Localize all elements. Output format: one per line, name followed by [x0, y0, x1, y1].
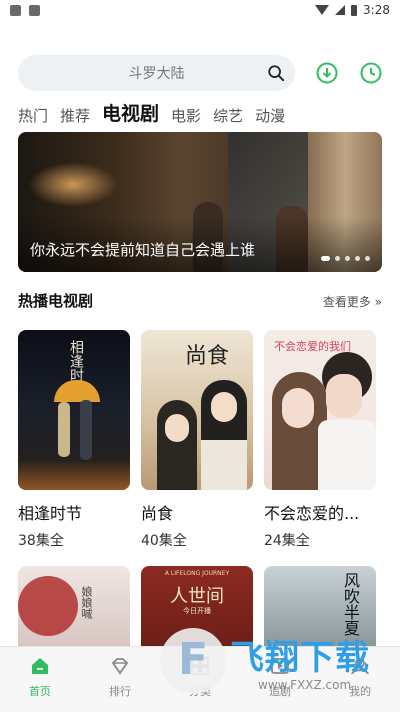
poster-title: 尚食 [185, 344, 230, 369]
episode-count: 40集全 [141, 533, 187, 549]
drama-title: 不会恋爱的... [264, 504, 360, 523]
carousel-dot [335, 256, 340, 261]
episode-count: 24集全 [264, 533, 310, 549]
poster-title: 人世间 [170, 586, 224, 607]
poster-art [18, 460, 130, 490]
see-more-link[interactable]: 查看更多 » [323, 293, 382, 310]
system-icons: 3:28 [315, 3, 390, 17]
search-input[interactable]: 斗罗大陆 [18, 55, 295, 91]
poster-art [54, 380, 100, 402]
poster-art [326, 374, 362, 418]
poster-art [201, 440, 247, 490]
drama-card[interactable]: 不会恋爱的我们 不会恋爱的... 24集全 [264, 330, 376, 550]
poster-title: 不会恋爱的我们 [274, 340, 351, 353]
drama-card[interactable]: 相逢时节 相逢时节 38集全 [18, 330, 130, 550]
poster-art [318, 420, 376, 490]
notification-icons [10, 5, 40, 16]
home-icon [32, 658, 48, 674]
poster-art [18, 576, 78, 636]
category-tabs: 热门 推荐 电视剧 电影 综艺 动漫 [18, 100, 285, 126]
drama-poster: 不会恋爱的我们 [264, 330, 376, 490]
episode-count: 38集全 [18, 533, 64, 549]
tab-anime[interactable]: 动漫 [255, 105, 285, 126]
download-icon[interactable] [316, 62, 338, 84]
banner-carousel[interactable]: 你永远不会提前知道自己会遇上谁 [18, 132, 382, 272]
diamond-icon [111, 658, 129, 675]
drama-card[interactable]: 尚食 尚食 40集全 [141, 330, 253, 550]
notification-icon [29, 5, 40, 16]
status-bar: 3:28 [0, 0, 400, 24]
tab-movie[interactable]: 电影 [171, 105, 201, 126]
poster-art [282, 388, 314, 428]
nav-label: 排行 [109, 685, 131, 698]
tab-variety[interactable]: 综艺 [213, 105, 243, 126]
poster-art [165, 414, 189, 442]
carousel-dot [321, 256, 330, 261]
drama-poster: 尚食 [141, 330, 253, 490]
poster-art [58, 402, 70, 457]
poster-art [211, 392, 237, 422]
clock: 3:28 [363, 3, 390, 17]
tab-hot[interactable]: 热门 [18, 105, 48, 126]
tab-tv-series[interactable]: 电视剧 [102, 99, 159, 126]
carousel-dot [365, 256, 370, 261]
watermark-url: www.FXXZ.com [258, 678, 352, 692]
carousel-dot [355, 256, 360, 261]
banner-caption: 你永远不会提前知道自己会遇上谁 [30, 241, 256, 259]
poster-art [80, 400, 92, 460]
carousel-dot [345, 256, 350, 261]
signal-icon [335, 5, 346, 15]
banner-image [28, 162, 118, 207]
history-icon[interactable] [360, 62, 382, 84]
watermark: F 飞翔下载 www.FXXZ.com [150, 620, 390, 706]
nav-home[interactable]: 首页 [0, 655, 80, 699]
tab-recommend[interactable]: 推荐 [60, 105, 90, 126]
nav-ranking[interactable]: 排行 [80, 655, 160, 699]
drama-poster: 相逢时节 [18, 330, 130, 490]
nav-label: 首页 [29, 685, 51, 698]
poster-subtitle: A LIFELONG JOURNEY [164, 570, 230, 577]
search-placeholder: 斗罗大陆 [128, 66, 185, 82]
poster-tagline: 今日开播 [183, 607, 211, 615]
drama-title: 尚食 [141, 504, 174, 523]
carousel-indicator [321, 256, 370, 261]
wifi-icon [315, 5, 330, 15]
poster-title: 娘娘喊 [80, 586, 93, 619]
watermark-logo-letter: F [178, 634, 209, 685]
notification-icon [10, 5, 21, 16]
watermark-brand: 飞翔下载 [230, 638, 370, 678]
drama-poster[interactable]: 娘娘喊 [18, 566, 130, 646]
section-title: 热播电视剧 [18, 292, 94, 310]
search-icon[interactable] [267, 64, 285, 82]
drama-title: 相逢时节 [18, 504, 83, 523]
battery-icon [351, 4, 358, 16]
